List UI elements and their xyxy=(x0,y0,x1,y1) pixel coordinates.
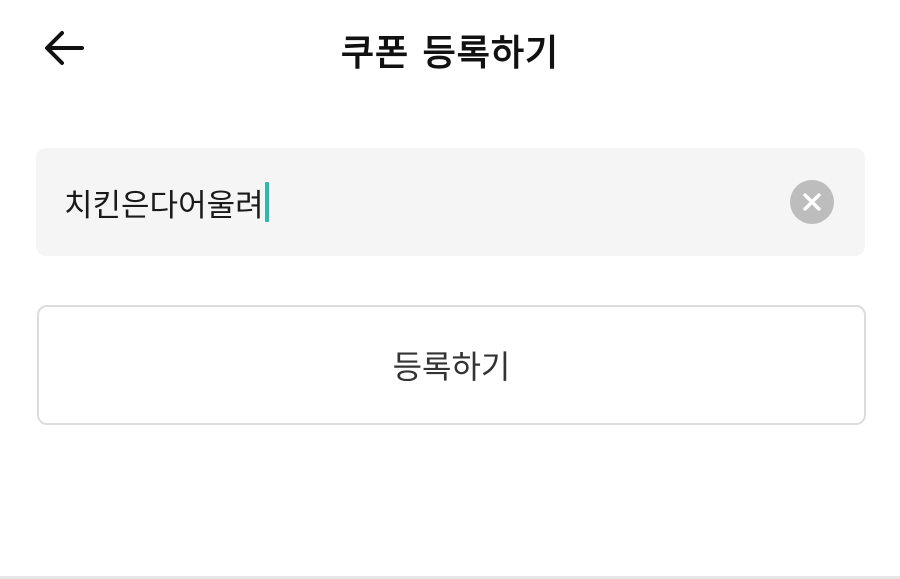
header: 쿠폰 등록하기 xyxy=(0,0,900,96)
coupon-register-screen: 쿠폰 등록하기 치킨은다어울려 등록하기 xyxy=(0,0,900,579)
clear-circle-icon xyxy=(803,193,821,211)
coupon-code-field[interactable]: 치킨은다어울려 xyxy=(36,148,865,256)
coupon-code-value: 치킨은다어울려 xyxy=(64,187,264,224)
register-button[interactable]: 등록하기 xyxy=(37,305,866,425)
coupon-code-input[interactable]: 치킨은다어울려 xyxy=(64,179,269,225)
clear-input-button[interactable] xyxy=(790,180,834,224)
text-caret xyxy=(264,182,269,222)
page-title: 쿠폰 등록하기 xyxy=(340,33,560,74)
